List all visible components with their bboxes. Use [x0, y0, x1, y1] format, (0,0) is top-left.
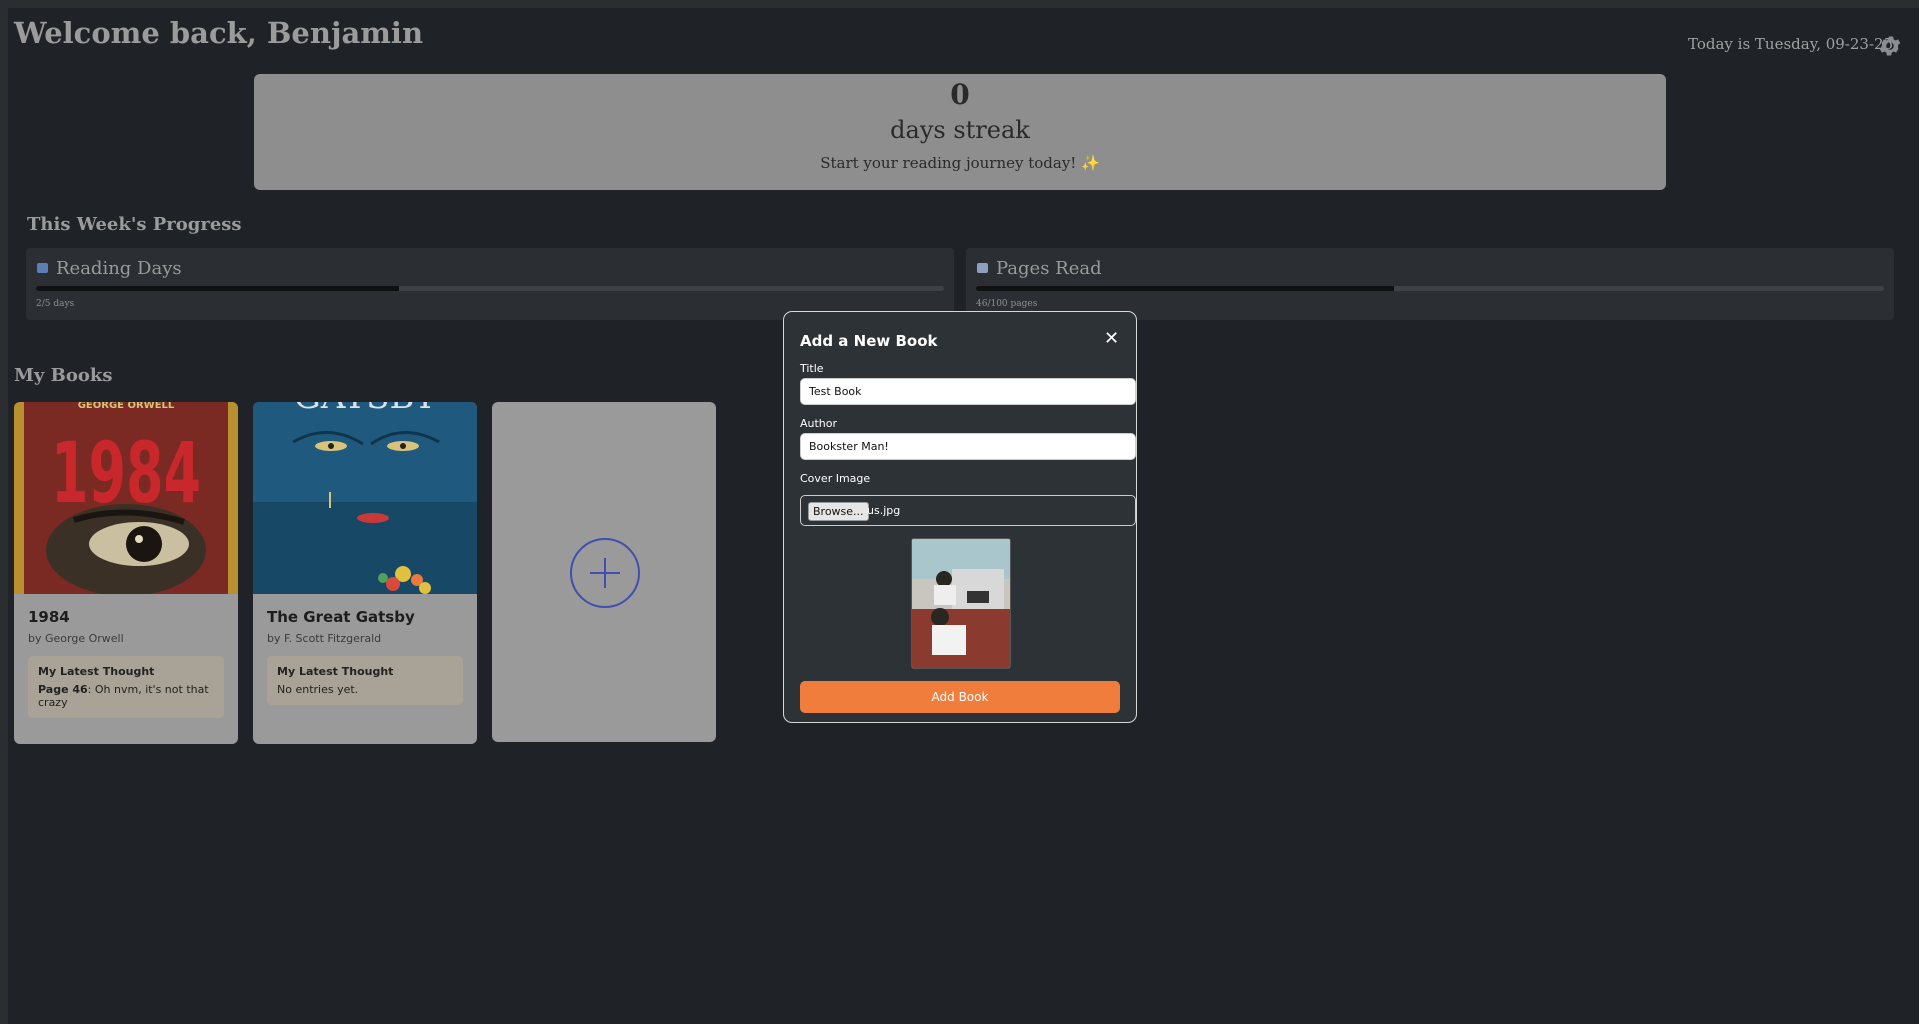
book-title: 1984	[28, 608, 70, 626]
pages-read-progress-fill	[976, 286, 1394, 291]
book-card-great-gatsby[interactable]: GATSBY The Great Gatsby by F. Scott Fitz…	[253, 402, 477, 744]
pages-read-note: 46/100 pages	[976, 299, 1038, 309]
browse-button[interactable]: Browse...	[808, 502, 869, 521]
book-icon	[977, 263, 988, 273]
author-field-label: Author	[800, 417, 838, 430]
reading-days-card: Reading Days 2/5 days	[26, 248, 954, 320]
book-cover-1984: GEORGE ORWELL 1984	[14, 402, 238, 594]
latest-thought: My Latest Thought No entries yet.	[267, 656, 463, 705]
cover-image-preview	[911, 538, 1011, 669]
streak-message: Start your reading journey today! ✨	[820, 154, 1100, 172]
title-field-label: Title	[800, 362, 824, 375]
weekly-progress-heading: This Week's Progress	[27, 214, 242, 235]
book-author: by F. Scott Fitzgerald	[267, 632, 382, 645]
plus-icon[interactable]	[570, 538, 640, 608]
book-title: The Great Gatsby	[267, 608, 415, 626]
reading-days-title: Reading Days	[56, 258, 182, 279]
welcome-heading: Welcome back, Benjamin	[14, 16, 424, 50]
latest-thought-heading: My Latest Thought	[277, 665, 394, 678]
calendar-icon	[37, 263, 48, 273]
date-display: Today is Tuesday, 09-23-25	[1688, 35, 1894, 53]
app-page: Welcome back, Benjamin Today is Tuesday,…	[8, 8, 1919, 1024]
reading-days-note: 2/5 days	[36, 299, 75, 309]
latest-thought-heading: My Latest Thought	[38, 665, 155, 678]
my-books-heading: My Books	[14, 365, 113, 386]
add-book-button[interactable]: Add Book	[800, 681, 1120, 713]
streak-panel: 0 days streak Start your reading journey…	[254, 74, 1666, 190]
pages-read-title: Pages Read	[996, 258, 1102, 279]
author-field[interactable]	[800, 433, 1136, 460]
reading-days-progress-fill	[36, 286, 400, 291]
reading-days-progress-bar	[36, 286, 944, 291]
title-field[interactable]	[800, 378, 1136, 405]
streak-count: 0	[950, 78, 970, 111]
latest-thought: My Latest Thought Page 46: Oh nvm, it's …	[28, 656, 224, 718]
thought-text: No entries yet.	[277, 683, 359, 696]
pages-read-card: Pages Read 46/100 pages	[966, 248, 1894, 320]
cover-image-label: Cover Image	[800, 472, 871, 485]
book-author: by George Orwell	[28, 632, 124, 645]
svg-text:GATSBY: GATSBY	[294, 402, 437, 417]
streak-label: days streak	[890, 116, 1030, 144]
book-cover-great-gatsby: GATSBY	[253, 402, 477, 594]
selected-file-name: us.jpg	[867, 504, 901, 517]
book-card-1984[interactable]: GEORGE ORWELL 1984 1984 by George Orwell…	[14, 402, 238, 744]
cover-image-file-input[interactable]: Browse... us.jpg	[800, 495, 1136, 526]
gear-icon[interactable]	[1877, 33, 1903, 59]
thought-page: Page 46	[38, 683, 88, 696]
add-book-card[interactable]	[492, 402, 716, 742]
pages-read-progress-bar	[976, 286, 1884, 291]
modal-title: Add a New Book	[800, 332, 938, 350]
add-book-modal: Add a New Book ✕ Title Author Cover Imag…	[783, 311, 1137, 723]
svg-text:GEORGE ORWELL: GEORGE ORWELL	[78, 402, 175, 411]
close-icon[interactable]: ✕	[1104, 330, 1119, 348]
